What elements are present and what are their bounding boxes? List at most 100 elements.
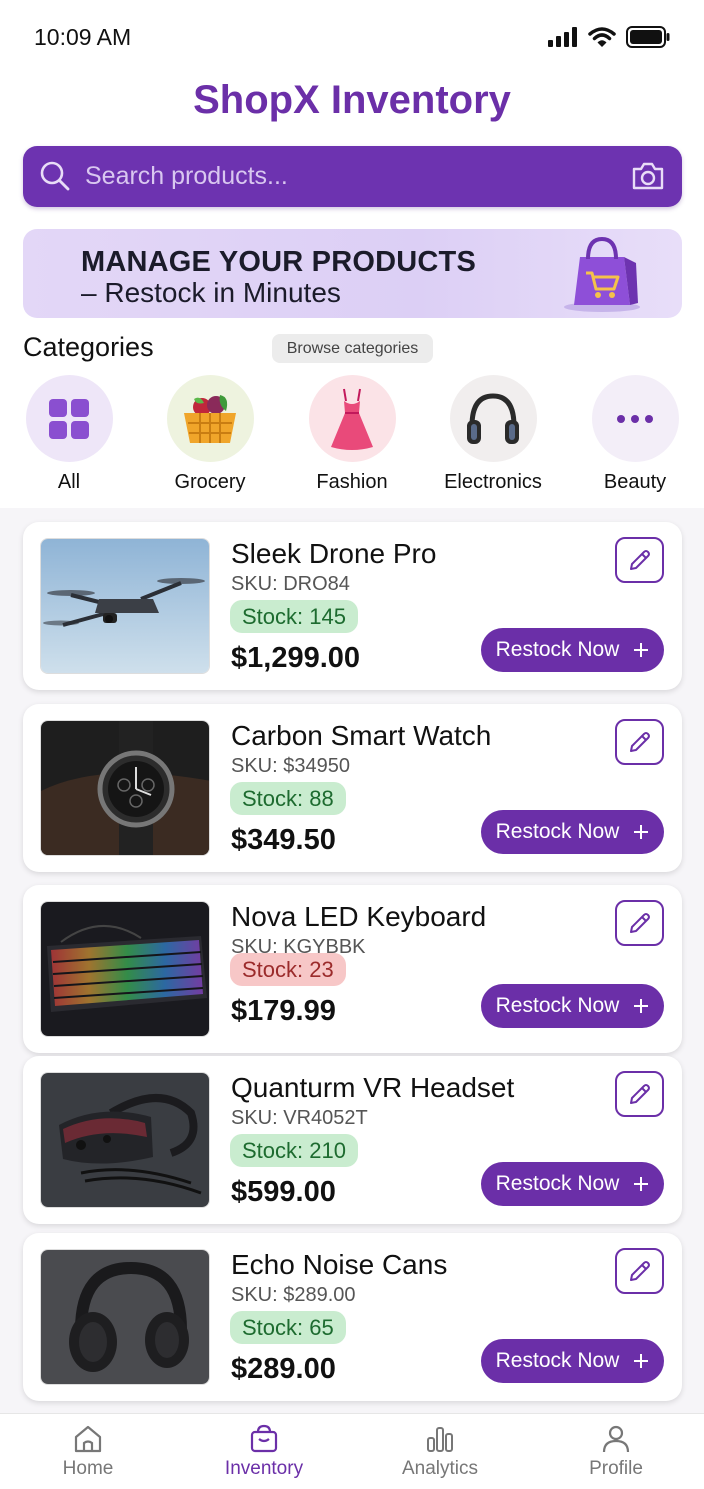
restock-label: Restock Now [495, 820, 620, 843]
signal-icon [548, 27, 577, 47]
nav-label: Profile [589, 1458, 643, 1479]
product-image-drone [40, 538, 210, 674]
nav-analytics[interactable]: Analytics [370, 1424, 510, 1480]
edit-button[interactable] [615, 537, 664, 583]
product-price: $1,299.00 [231, 642, 361, 674]
pencil-icon [629, 913, 650, 933]
headphones-icon [467, 392, 519, 444]
vr-headset-image [41, 1073, 209, 1207]
product-image-vr-headset [40, 1072, 210, 1208]
banner-subline: – Restock in Minutes [81, 277, 341, 308]
analytics-icon [427, 1427, 453, 1452]
status-time: 10:09 AM [34, 24, 132, 50]
plus-icon [634, 1354, 649, 1368]
category-grocery[interactable]: Grocery [145, 375, 275, 494]
restock-button[interactable]: Restock Now [481, 984, 664, 1028]
pencil-icon [629, 1084, 650, 1104]
home-icon [74, 1425, 102, 1453]
edit-button[interactable] [615, 719, 664, 765]
restock-label: Restock Now [495, 1172, 620, 1195]
nav-label: Analytics [401, 1458, 479, 1479]
product-card[interactable]: Quanturm VR Headset SKU: VR4052T Stock: … [23, 1056, 682, 1224]
category-label: Grocery [174, 471, 246, 493]
search-bar[interactable] [23, 146, 682, 207]
product-sku: SKU: DRO84 [231, 573, 350, 595]
drone-image [41, 539, 209, 673]
category-label: Fashion [316, 471, 388, 493]
category-electronics-circle [449, 375, 537, 462]
shopping-bag-icon [564, 236, 640, 312]
categories-title: Categories [23, 332, 154, 362]
search-input[interactable] [85, 146, 625, 207]
product-card[interactable]: Nova LED Keyboard SKU: KGYBBK Stock: 23 … [23, 885, 682, 1053]
watch-image [41, 721, 209, 855]
product-name: Echo Noise Cans [231, 1249, 448, 1280]
product-name: Carbon Smart Watch [231, 720, 492, 751]
nav-inventory[interactable]: Inventory [194, 1424, 334, 1480]
category-beauty[interactable]: Beauty [570, 375, 700, 494]
camera-icon[interactable] [630, 160, 666, 192]
category-beauty-circle [591, 375, 679, 462]
nav-label: Home [62, 1458, 114, 1479]
product-price: $179.99 [231, 995, 336, 1027]
search-icon [40, 161, 70, 191]
promo-banner[interactable]: MANAGE YOUR PRODUCTS – Restock in Minute… [23, 229, 682, 318]
edit-button[interactable] [615, 1248, 664, 1294]
product-price: $599.00 [231, 1176, 336, 1208]
restock-button[interactable]: Restock Now [481, 810, 664, 854]
status-icons [548, 26, 670, 48]
restock-button[interactable]: Restock Now [481, 1339, 664, 1383]
pencil-icon [629, 732, 650, 752]
dress-icon [331, 388, 373, 450]
stock-badge: Stock: 65 [230, 1311, 346, 1344]
product-card[interactable]: Carbon Smart Watch SKU: $34950 Stock: 88… [23, 704, 682, 872]
product-card[interactable]: Echo Noise Cans SKU: $289.00 Stock: 65 $… [23, 1233, 682, 1401]
restock-label: Restock Now [495, 994, 620, 1017]
product-name: Quanturm VR Headset [231, 1072, 515, 1103]
edit-button[interactable] [615, 1071, 664, 1117]
product-card[interactable]: Sleek Drone Pro SKU: DRO84 Stock: 145 $1… [23, 522, 682, 690]
product-price: $289.00 [231, 1353, 336, 1385]
stock-badge: Stock: 88 [230, 782, 346, 815]
category-all-circle [25, 375, 113, 462]
edit-button[interactable] [615, 900, 664, 946]
product-name: Sleek Drone Pro [231, 538, 437, 569]
plus-icon [634, 825, 649, 839]
battery-icon [626, 26, 670, 48]
product-image-watch [40, 720, 210, 856]
banner-headline: MANAGE YOUR PRODUCTS [81, 246, 476, 278]
nav-home[interactable]: Home [18, 1424, 158, 1480]
product-image-headphones [40, 1249, 210, 1385]
product-image-keyboard [40, 901, 210, 1037]
restock-button[interactable]: Restock Now [481, 628, 664, 672]
product-price: $349.50 [231, 824, 336, 856]
nav-profile[interactable]: Profile [546, 1424, 686, 1480]
category-electronics[interactable]: Electronics [428, 375, 558, 494]
browse-categories-button[interactable]: Browse categories [272, 334, 433, 363]
restock-label: Restock Now [495, 1349, 620, 1372]
category-grocery-circle [166, 375, 254, 462]
app-title: ShopX Inventory [193, 78, 511, 122]
category-all[interactable]: All [4, 375, 134, 494]
restock-button[interactable]: Restock Now [481, 1162, 664, 1206]
product-sku: SKU: $289.00 [231, 1284, 356, 1306]
product-sku: SKU: VR4052T [231, 1107, 368, 1129]
plus-icon [634, 999, 649, 1013]
basket-icon [184, 394, 236, 443]
headphones-image [41, 1250, 209, 1384]
category-label: Beauty [603, 471, 667, 493]
wifi-icon [588, 27, 616, 47]
inventory-icon [250, 1424, 278, 1453]
category-fashion-circle [308, 375, 396, 462]
pencil-icon [629, 1261, 650, 1281]
stock-badge: Stock: 145 [230, 600, 358, 633]
category-fashion[interactable]: Fashion [287, 375, 417, 494]
product-name: Nova LED Keyboard [231, 901, 487, 932]
pencil-icon [629, 550, 650, 570]
stock-badge: Stock: 210 [230, 1134, 358, 1167]
restock-label: Restock Now [495, 638, 620, 661]
profile-icon [602, 1425, 630, 1453]
status-bar: 10:09 AM [0, 0, 704, 74]
product-sku: SKU: $34950 [231, 755, 350, 777]
bottom-nav: Home Inventory Analytics Profile [0, 1413, 704, 1489]
